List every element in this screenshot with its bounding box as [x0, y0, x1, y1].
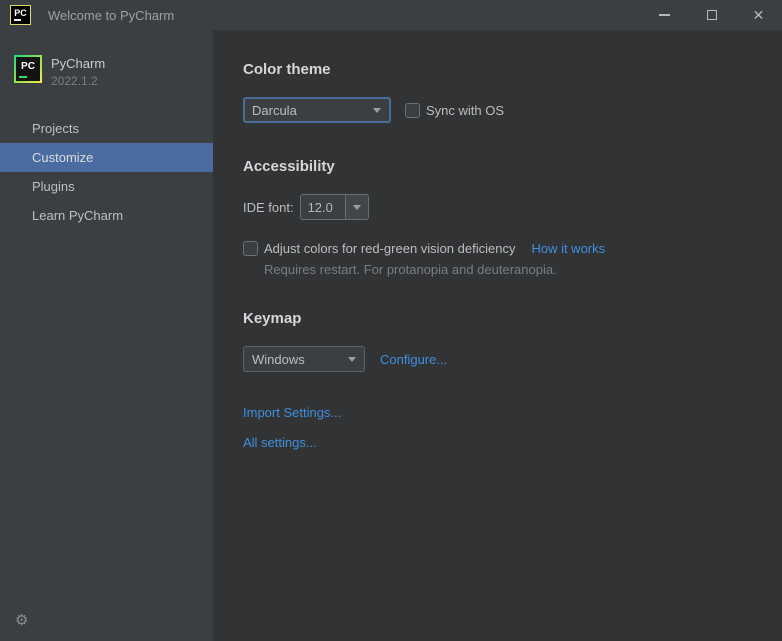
mini-logo-underscore	[14, 19, 21, 21]
how-it-works-link[interactable]: How it works	[531, 241, 605, 256]
sync-with-os-checkbox[interactable]	[405, 102, 420, 118]
chevron-down-icon	[373, 108, 381, 113]
color-theme-heading: Color theme	[243, 61, 331, 78]
ide-font-row: IDE font: 12.0	[243, 194, 782, 220]
sidebar: PC PyCharm 2022.1.2 Projects Customize P…	[0, 30, 213, 641]
ide-font-value[interactable]: 12.0	[301, 195, 345, 219]
close-icon: ✕	[752, 7, 765, 23]
maximize-icon	[706, 10, 717, 20]
sidebar-item-plugins[interactable]: Plugins	[0, 172, 213, 201]
configure-keymap-link[interactable]: Configure...	[380, 352, 447, 367]
pycharm-welcome-window: PC Welcome to PyCharm ✕ PC PyCharm 2022.…	[0, 0, 782, 641]
sidebar-item-label: Customize	[32, 150, 94, 165]
minimize-icon	[659, 14, 670, 16]
sidebar-menu: Projects Customize Plugins Learn PyCharm	[0, 114, 213, 230]
import-settings-link[interactable]: Import Settings...	[243, 405, 341, 420]
sidebar-item-projects[interactable]: Projects	[0, 114, 213, 143]
maximize-button[interactable]	[688, 0, 735, 30]
ide-font-combobox[interactable]: 12.0	[299, 194, 369, 220]
product-version: 2022.1.2	[51, 74, 98, 88]
sidebar-item-label: Plugins	[32, 179, 75, 194]
sidebar-item-label: Learn PyCharm	[32, 208, 124, 223]
pycharm-mini-logo-icon: PC	[10, 5, 31, 25]
adjust-colors-label: Adjust colors for red-green vision defic…	[264, 240, 516, 256]
keymap-heading: Keymap	[243, 310, 302, 327]
pycharm-logo-icon: PC	[14, 55, 42, 83]
logo-initials: PC	[21, 61, 35, 72]
product-name: PyCharm	[51, 56, 106, 71]
requires-restart-note: Requires restart. For protanopia and deu…	[264, 262, 557, 277]
accessibility-heading: Accessibility	[243, 158, 335, 175]
ide-font-label: IDE font:	[243, 199, 294, 215]
close-button[interactable]: ✕	[735, 0, 782, 30]
branding-block: PC PyCharm 2022.1.2	[0, 30, 213, 88]
keymap-select[interactable]: Windows	[243, 346, 365, 372]
gear-icon[interactable]: ⚙	[15, 611, 28, 629]
sidebar-item-label: Projects	[32, 121, 79, 136]
all-settings-link[interactable]: All settings...	[243, 435, 317, 450]
colorblind-row: Adjust colors for red-green vision defic…	[243, 240, 782, 256]
adjust-colors-checkbox[interactable]	[243, 240, 258, 256]
sidebar-item-learn-pycharm[interactable]: Learn PyCharm	[0, 201, 213, 230]
customize-panel: Color theme Darcula Sync with OS Accessi…	[213, 30, 782, 641]
chevron-down-icon	[352, 205, 361, 210]
ide-font-dropdown-button[interactable]	[344, 195, 368, 219]
theme-select-value: Darcula	[252, 102, 297, 118]
sync-with-os-label: Sync with OS	[426, 102, 505, 118]
sidebar-item-customize[interactable]: Customize	[0, 143, 213, 172]
color-theme-row: Darcula Sync with OS	[243, 97, 782, 123]
window-title: Welcome to PyCharm	[48, 7, 175, 23]
theme-select[interactable]: Darcula	[243, 97, 391, 123]
logo-underscore	[19, 76, 27, 78]
mini-logo-initials: PC	[14, 8, 27, 18]
keymap-select-value: Windows	[252, 351, 305, 367]
window-controls: ✕	[641, 0, 782, 30]
keymap-row: Windows Configure...	[243, 346, 782, 372]
minimize-button[interactable]	[641, 0, 688, 30]
title-bar: PC Welcome to PyCharm ✕	[0, 0, 782, 30]
chevron-down-icon	[348, 357, 356, 362]
